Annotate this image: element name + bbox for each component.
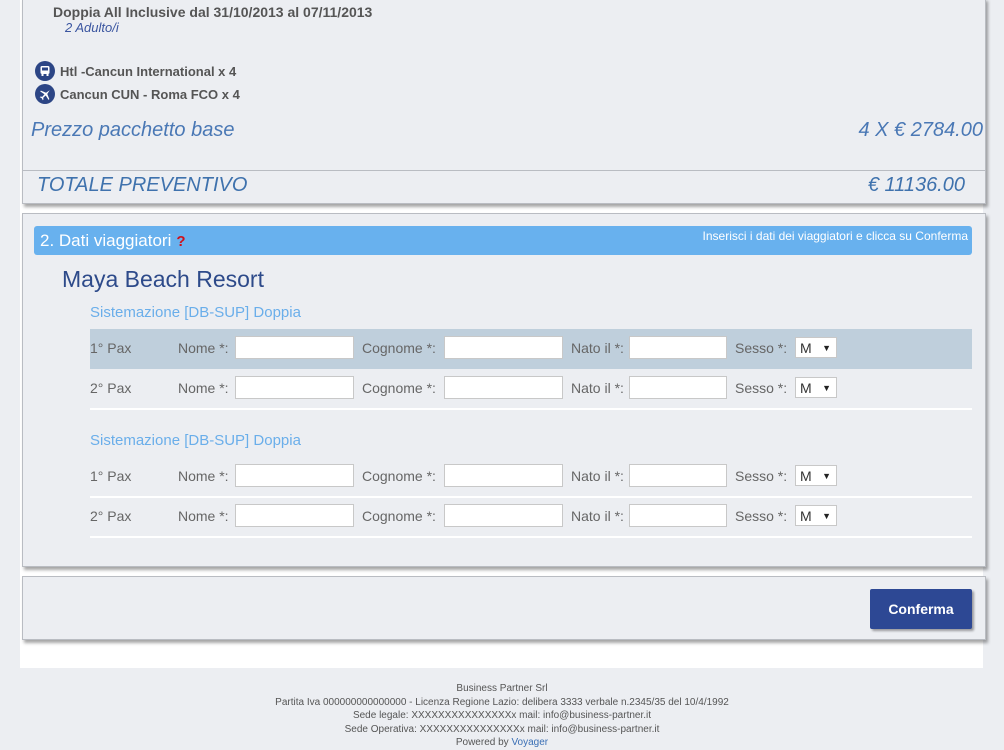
nome-label: Nome *:: [178, 340, 229, 356]
sex-label: Sesso *:: [735, 468, 788, 484]
birthdate-input[interactable]: [629, 464, 727, 487]
confirm-panel: Conferma: [22, 576, 986, 640]
section-title: 2. Dati viaggiatori?: [40, 231, 186, 251]
bus-icon: [35, 61, 55, 81]
footer: Business Partner Srl Partita Iva 0000000…: [0, 682, 1004, 750]
cognome-input[interactable]: [444, 504, 563, 527]
plane-icon: [35, 84, 55, 104]
birthdate-label: Nato il *:: [571, 468, 624, 484]
sex-label: Sesso *:: [735, 380, 788, 396]
sex-select-value: M: [800, 507, 812, 524]
dropdown-arrow-icon: ▼: [822, 382, 831, 393]
quote-summary-panel: Doppia All Inclusive dal 31/10/2013 al 0…: [22, 0, 986, 204]
pax-label: 2° Pax: [90, 508, 132, 524]
sex-select[interactable]: M ▼: [795, 465, 837, 486]
section-hint: Inserisci i dati dei viaggiatori e clicc…: [702, 229, 968, 243]
pax-label: 2° Pax: [90, 380, 132, 396]
adults-count: 2 Adulto/i: [65, 20, 119, 35]
help-icon[interactable]: ?: [176, 233, 185, 250]
pax-row: 2° Pax Nome *: Cognome *: Nato il *: Ses…: [90, 369, 972, 409]
footer-powered-by: Powered by Voyager: [0, 736, 1004, 750]
dropdown-arrow-icon: ▼: [822, 342, 831, 353]
sex-select[interactable]: M ▼: [795, 377, 837, 398]
service-hotel-transfer: Htl -Cancun International x 4: [35, 61, 236, 81]
sex-select-value: M: [800, 339, 812, 356]
birthdate-input[interactable]: [629, 504, 727, 527]
footer-vat-line: Partita Iva 000000000000000 - Licenza Re…: [275, 696, 729, 708]
section-title-text: 2. Dati viaggiatori: [40, 231, 172, 250]
sex-select[interactable]: M ▼: [795, 337, 837, 358]
nome-input[interactable]: [235, 504, 354, 527]
confirm-button[interactable]: Conferma: [870, 589, 972, 629]
voyager-link[interactable]: Voyager: [511, 737, 548, 748]
pax-row: 2° Pax Nome *: Cognome *: Nato il *: Ses…: [90, 497, 972, 537]
row-divider: [90, 536, 972, 538]
pax-label: 1° Pax: [90, 340, 132, 356]
nome-input[interactable]: [235, 376, 354, 399]
cognome-input[interactable]: [444, 464, 563, 487]
room-title: Sistemazione [DB-SUP] Doppia: [90, 432, 301, 449]
room-description: Doppia All Inclusive dal 31/10/2013 al 0…: [53, 4, 373, 20]
birthdate-input[interactable]: [629, 336, 727, 359]
dropdown-arrow-icon: ▼: [822, 510, 831, 521]
nome-label: Nome *:: [178, 380, 229, 396]
birthdate-label: Nato il *:: [571, 340, 624, 356]
nome-input[interactable]: [235, 464, 354, 487]
nome-input[interactable]: [235, 336, 354, 359]
dropdown-arrow-icon: ▼: [822, 470, 831, 481]
pax-label: 1° Pax: [90, 468, 132, 484]
service-label: Cancun CUN - Roma FCO x 4: [60, 86, 240, 102]
total-label: TOTALE PREVENTIVO: [37, 174, 248, 196]
cognome-input[interactable]: [444, 336, 563, 359]
service-flight: Cancun CUN - Roma FCO x 4: [35, 84, 240, 104]
total-value: € 11136.00: [867, 174, 965, 196]
birthdate-input[interactable]: [629, 376, 727, 399]
base-price-value: 4 X € 2784.00: [858, 119, 983, 141]
cognome-label: Cognome *:: [362, 508, 436, 524]
section-header-travelers: 2. Dati viaggiatori? Inserisci i dati de…: [34, 226, 972, 255]
base-price-label: Prezzo pacchetto base: [31, 119, 235, 141]
sex-select-value: M: [800, 467, 812, 484]
nome-label: Nome *:: [178, 508, 229, 524]
total-divider: [23, 170, 985, 171]
row-divider: [90, 408, 972, 410]
nome-label: Nome *:: [178, 468, 229, 484]
cognome-label: Cognome *:: [362, 380, 436, 396]
footer-operative-seat: Sede Operativa: XXXXXXXXXXXXXXXx mail: i…: [344, 723, 660, 735]
travelers-panel: 2. Dati viaggiatori? Inserisci i dati de…: [22, 213, 986, 567]
hotel-name: Maya Beach Resort: [62, 266, 264, 292]
sex-select[interactable]: M ▼: [795, 505, 837, 526]
cognome-label: Cognome *:: [362, 340, 436, 356]
powered-by-label: Powered by: [455, 737, 509, 748]
cognome-label: Cognome *:: [362, 468, 436, 484]
service-label: Htl -Cancun International x 4: [60, 63, 237, 79]
footer-legal-seat: Sede legale: XXXXXXXXXXXXXXXx mail: info…: [352, 710, 652, 721]
cognome-input[interactable]: [444, 376, 563, 399]
birthdate-label: Nato il *:: [571, 508, 624, 524]
room-title: Sistemazione [DB-SUP] Doppia: [90, 304, 301, 321]
footer-company: Business Partner Srl: [456, 683, 548, 694]
pax-row: 1° Pax Nome *: Cognome *: Nato il *: Ses…: [90, 329, 972, 369]
sex-select-value: M: [800, 379, 812, 396]
pax-row: 1° Pax Nome *: Cognome *: Nato il *: Ses…: [90, 457, 972, 497]
sex-label: Sesso *:: [735, 340, 788, 356]
birthdate-label: Nato il *:: [571, 380, 624, 396]
sex-label: Sesso *:: [735, 508, 788, 524]
